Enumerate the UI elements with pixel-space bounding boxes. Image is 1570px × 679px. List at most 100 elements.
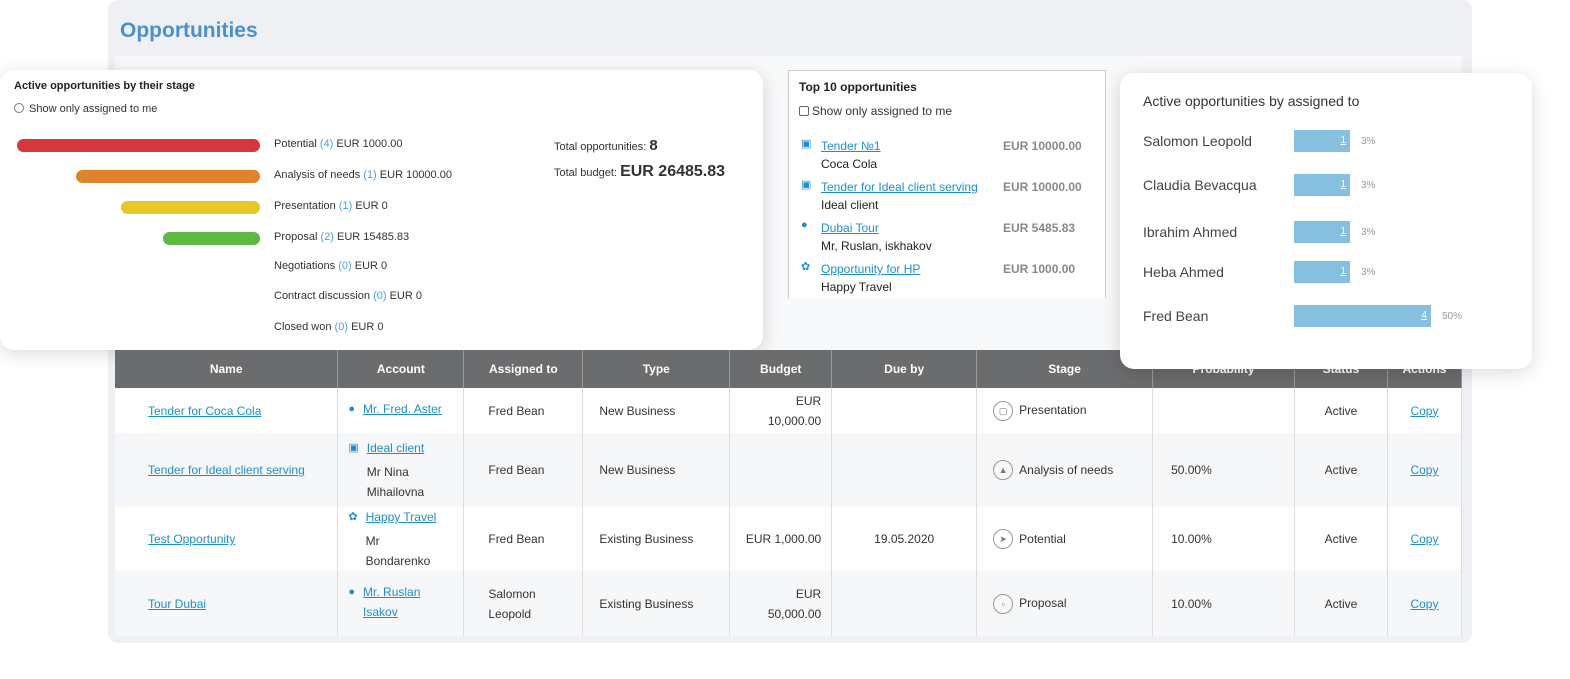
account-link[interactable]: Mr. Fred. Aster xyxy=(363,399,442,419)
assigned-to: Fred Bean xyxy=(488,532,545,546)
stage-legend-item: Negotiations (0) EUR 0 xyxy=(274,260,387,272)
stage-count[interactable]: (1) xyxy=(363,169,376,181)
label: Total opportunities: xyxy=(554,141,647,153)
type: New Business xyxy=(582,388,731,433)
radio-icon[interactable] xyxy=(14,103,24,113)
assignee-percent: 3% xyxy=(1361,180,1376,191)
type: Existing Business xyxy=(582,507,731,571)
assignee-bar[interactable]: 1 xyxy=(1294,174,1350,196)
top10-amount: EUR 10000.00 xyxy=(1003,180,1082,194)
stage-amount: EUR 0 xyxy=(389,290,422,302)
assignee-bar[interactable]: 1 xyxy=(1294,261,1350,283)
column-header[interactable]: Assigned to xyxy=(463,350,584,388)
stage-count[interactable]: (0) xyxy=(338,260,351,272)
type: Existing Business xyxy=(582,571,731,636)
top10-opportunity-link[interactable]: Tender №1 xyxy=(821,139,881,153)
top10-opportunity-link[interactable]: Opportunity for HP xyxy=(821,262,920,276)
stage-count[interactable]: (0) xyxy=(373,290,386,302)
account-contact: Mr Nina Mihailovna xyxy=(366,465,425,499)
account-link[interactable]: Mr. Ruslan Isakov xyxy=(363,582,443,622)
stage-name: Negotiations xyxy=(274,260,336,272)
stage-name: Potential xyxy=(274,138,317,150)
stage: Proposal xyxy=(1019,596,1067,611)
copy-link[interactable]: Copy xyxy=(1410,404,1438,418)
assignee-percent: 50% xyxy=(1442,311,1463,322)
column-header[interactable]: Budget xyxy=(729,350,833,388)
assigned-widget-title: Active opportunities by assigned to xyxy=(1143,93,1360,109)
account-link[interactable]: Ideal client xyxy=(367,438,447,458)
stage-name: Contract discussion xyxy=(274,290,370,302)
stage-name: Closed won xyxy=(274,321,332,333)
person-icon: ● xyxy=(348,585,356,598)
budget: EUR 50,000.00 xyxy=(767,586,822,621)
top10-opportunity-link[interactable]: Dubai Tour xyxy=(821,221,879,235)
status: Active xyxy=(1294,507,1388,571)
checkbox-icon[interactable] xyxy=(799,106,809,116)
stage: Presentation xyxy=(1019,403,1087,418)
assignee-bar[interactable]: 4 xyxy=(1294,305,1431,327)
top10-filter-checkbox[interactable]: Show only assigned to me xyxy=(799,104,952,118)
stage: Potential xyxy=(1019,531,1066,546)
stage-count[interactable]: (0) xyxy=(335,321,348,333)
stage-legend-item: Analysis of needs (1) EUR 10000.00 xyxy=(274,169,452,181)
account-link[interactable]: Happy Travel xyxy=(366,507,446,527)
opportunity-name-link[interactable]: Tender for Coca Cola xyxy=(148,404,261,418)
assignee-name: Fred Bean xyxy=(1143,308,1209,324)
stage-amount: EUR 0 xyxy=(354,260,388,272)
copy-link[interactable]: Copy xyxy=(1410,597,1438,611)
assignee-name: Heba Ahmed xyxy=(1143,264,1224,280)
column-header[interactable]: Name xyxy=(115,350,339,388)
stage-widget: Active opportunities by their stage Show… xyxy=(0,70,763,350)
assignee-bar[interactable]: 1 xyxy=(1294,221,1350,243)
copy-link[interactable]: Copy xyxy=(1410,463,1438,477)
copy-link[interactable]: Copy xyxy=(1410,532,1438,546)
budget: EUR 10,000.00 xyxy=(767,393,822,428)
opportunity-name-link[interactable]: Test Opportunity xyxy=(148,532,235,546)
probability: 50.00% xyxy=(1152,433,1295,507)
opportunity-name-link[interactable]: Tender for Ideal client serving xyxy=(148,463,305,477)
presentation-icon: ▢ xyxy=(993,400,1014,421)
assignee-bar[interactable]: 1 xyxy=(1294,130,1350,152)
assignee-name: Claudia Bevacqua xyxy=(1143,177,1257,193)
analysis-icon: ▲ xyxy=(993,460,1014,481)
value: EUR 26485.83 xyxy=(620,163,726,180)
column-header[interactable]: Type xyxy=(582,350,731,388)
funnel-bar-2 xyxy=(121,201,260,214)
top10-account: Ideal client xyxy=(821,198,879,212)
table-row: Tender for Ideal client serving ▣ Ideal c… xyxy=(115,433,1463,507)
funnel-bar-3 xyxy=(163,232,260,245)
group-icon: ✿ xyxy=(801,261,811,273)
stage-count[interactable]: (2) xyxy=(320,231,333,243)
value: 8 xyxy=(649,137,658,154)
column-header[interactable]: Account xyxy=(337,350,465,388)
assignee-percent: 3% xyxy=(1361,267,1376,278)
stage-legend-item: Contract discussion (0) EUR 0 xyxy=(274,290,422,302)
assignee-name: Ibrahim Ahmed xyxy=(1143,224,1238,240)
stage-count[interactable]: (4) xyxy=(320,138,333,150)
stage-widget-title: Active opportunities by their stage xyxy=(14,80,195,92)
opportunity-name-link[interactable]: Tour Dubai xyxy=(148,597,206,611)
stage-name: Presentation xyxy=(274,200,336,212)
stage-filter-radio[interactable]: Show only assigned to me xyxy=(14,103,157,115)
stage-count[interactable]: (1) xyxy=(339,200,352,212)
stage-name: Analysis of needs xyxy=(274,169,361,181)
stage-legend-item: Proposal (2) EUR 15485.83 xyxy=(274,231,409,243)
top10-opportunity-link[interactable]: Tender for Ideal client serving xyxy=(821,180,978,194)
page-title: Opportunities xyxy=(120,19,258,42)
person-icon: ● xyxy=(801,219,808,231)
assigned-to: Fred Bean xyxy=(488,463,545,477)
account-contact: Mr Bondarenko xyxy=(365,534,431,568)
column-header[interactable]: Due by xyxy=(831,350,978,388)
probability: 10.00% xyxy=(1152,571,1295,636)
stage-legend-item: Closed won (0) EUR 0 xyxy=(274,321,383,333)
table-row: Tender for Coca Cola ● Mr. Fred. Aster Fr… xyxy=(115,388,1463,433)
proposal-icon: ▫ xyxy=(993,593,1014,614)
top10-account: Happy Travel xyxy=(821,280,892,294)
status: Active xyxy=(1294,388,1388,433)
filter-label: Show only assigned to me xyxy=(812,104,953,118)
budget: EUR 1,000.00 xyxy=(745,532,822,546)
top10-account: Coca Cola xyxy=(821,157,878,171)
assigned-to: Salomon Leopold xyxy=(488,586,536,621)
top10-amount: EUR 1000.00 xyxy=(1003,262,1076,276)
due-date xyxy=(831,388,978,433)
